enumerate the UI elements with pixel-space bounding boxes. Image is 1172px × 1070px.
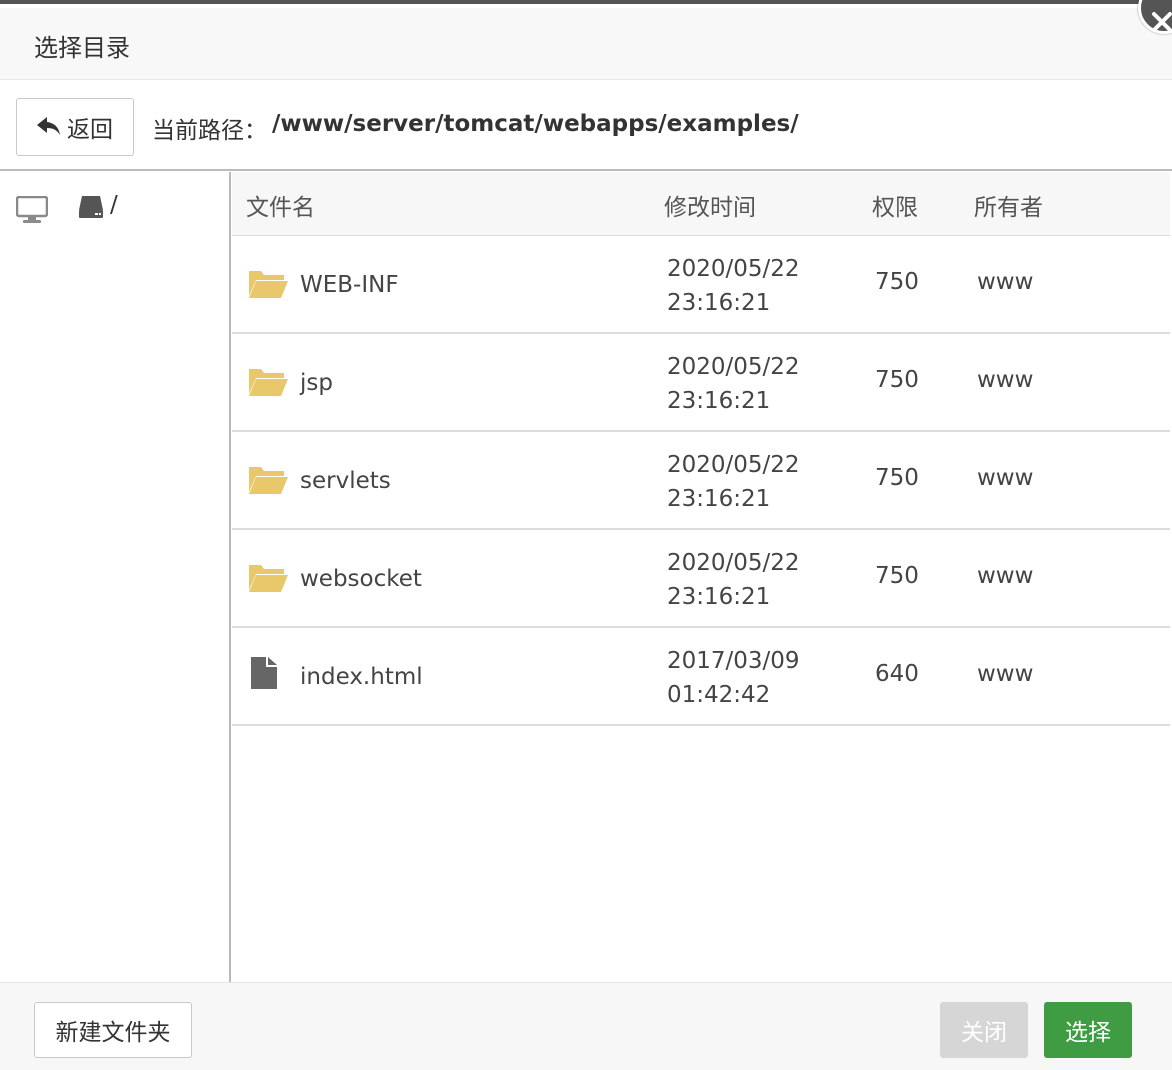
- modified-time: 2017/03/09 01:42:42: [667, 648, 800, 708]
- directory-sidebar: /: [0, 172, 231, 982]
- reply-arrow-icon: [37, 117, 60, 135]
- owner: www: [977, 269, 1034, 295]
- permission: 750: [875, 367, 919, 393]
- modified-time: 2020/05/22 23:16:21: [667, 354, 800, 414]
- folder-open-icon: [249, 467, 288, 494]
- modified-time: 2020/05/22 23:16:21: [667, 452, 800, 512]
- owner: www: [977, 465, 1034, 491]
- back-button[interactable]: 返回: [16, 98, 134, 156]
- permission: 750: [875, 269, 919, 295]
- folder-open-icon: [249, 565, 288, 592]
- table-row[interactable]: websocket 2020/05/22 23:16:21 750 www: [232, 530, 1170, 628]
- current-path-label: 当前路径：: [152, 118, 267, 144]
- modified-time: 2020/05/22 23:16:21: [667, 550, 800, 610]
- file-list: 文件名 修改时间 权限 所有者 WEB-INF 2020/05/22 23:16…: [232, 172, 1170, 982]
- path-bar: 返回 当前路径： /www/server/tomcat/webapps/exam…: [0, 81, 1172, 171]
- folder-open-icon: [249, 271, 288, 298]
- monitor-icon[interactable]: [16, 196, 48, 224]
- dialog-titlebar: 选择目录: [0, 8, 1172, 80]
- select-directory-dialog: 选择目录 返回 当前路径： /www/server/tomcat/webapps…: [0, 0, 1172, 1070]
- close-icon: [1152, 12, 1172, 32]
- column-header-name[interactable]: 文件名: [246, 188, 315, 222]
- modified-time: 2020/05/22 23:16:21: [667, 256, 800, 316]
- owner: www: [977, 367, 1034, 393]
- permission: 750: [875, 563, 919, 589]
- file-name[interactable]: index.html: [300, 664, 423, 690]
- dialog-title: 选择目录: [34, 34, 130, 62]
- table-row[interactable]: index.html 2017/03/09 01:42:42 640 www: [232, 628, 1170, 726]
- back-button-label: 返回: [67, 117, 113, 143]
- close-button[interactable]: 关闭: [940, 1002, 1028, 1058]
- dialog-footer: 新建文件夹 关闭 选择: [0, 982, 1172, 1070]
- permission: 750: [875, 465, 919, 491]
- column-header-mtime[interactable]: 修改时间: [664, 188, 756, 222]
- hard-drive-icon[interactable]: [78, 194, 104, 220]
- column-header-perm[interactable]: 权限: [872, 188, 918, 222]
- table-row[interactable]: WEB-INF 2020/05/22 23:16:21 750 www: [232, 236, 1170, 334]
- new-folder-button[interactable]: 新建文件夹: [34, 1002, 192, 1058]
- column-header-owner[interactable]: 所有者: [974, 188, 1043, 222]
- file-name[interactable]: jsp: [300, 370, 333, 396]
- permission: 640: [875, 661, 919, 687]
- file-name[interactable]: servlets: [300, 468, 391, 494]
- root-directory-item[interactable]: /: [110, 192, 118, 218]
- table-row[interactable]: servlets 2020/05/22 23:16:21 750 www: [232, 432, 1170, 530]
- select-button[interactable]: 选择: [1044, 1002, 1132, 1058]
- current-path-value: /www/server/tomcat/webapps/examples/: [272, 111, 799, 137]
- folder-open-icon: [249, 369, 288, 396]
- file-name[interactable]: websocket: [300, 566, 422, 592]
- owner: www: [977, 661, 1034, 687]
- file-list-header: 文件名 修改时间 权限 所有者: [232, 172, 1170, 236]
- file-name[interactable]: WEB-INF: [300, 272, 399, 298]
- file-icon: [251, 657, 277, 689]
- table-row[interactable]: jsp 2020/05/22 23:16:21 750 www: [232, 334, 1170, 432]
- owner: www: [977, 563, 1034, 589]
